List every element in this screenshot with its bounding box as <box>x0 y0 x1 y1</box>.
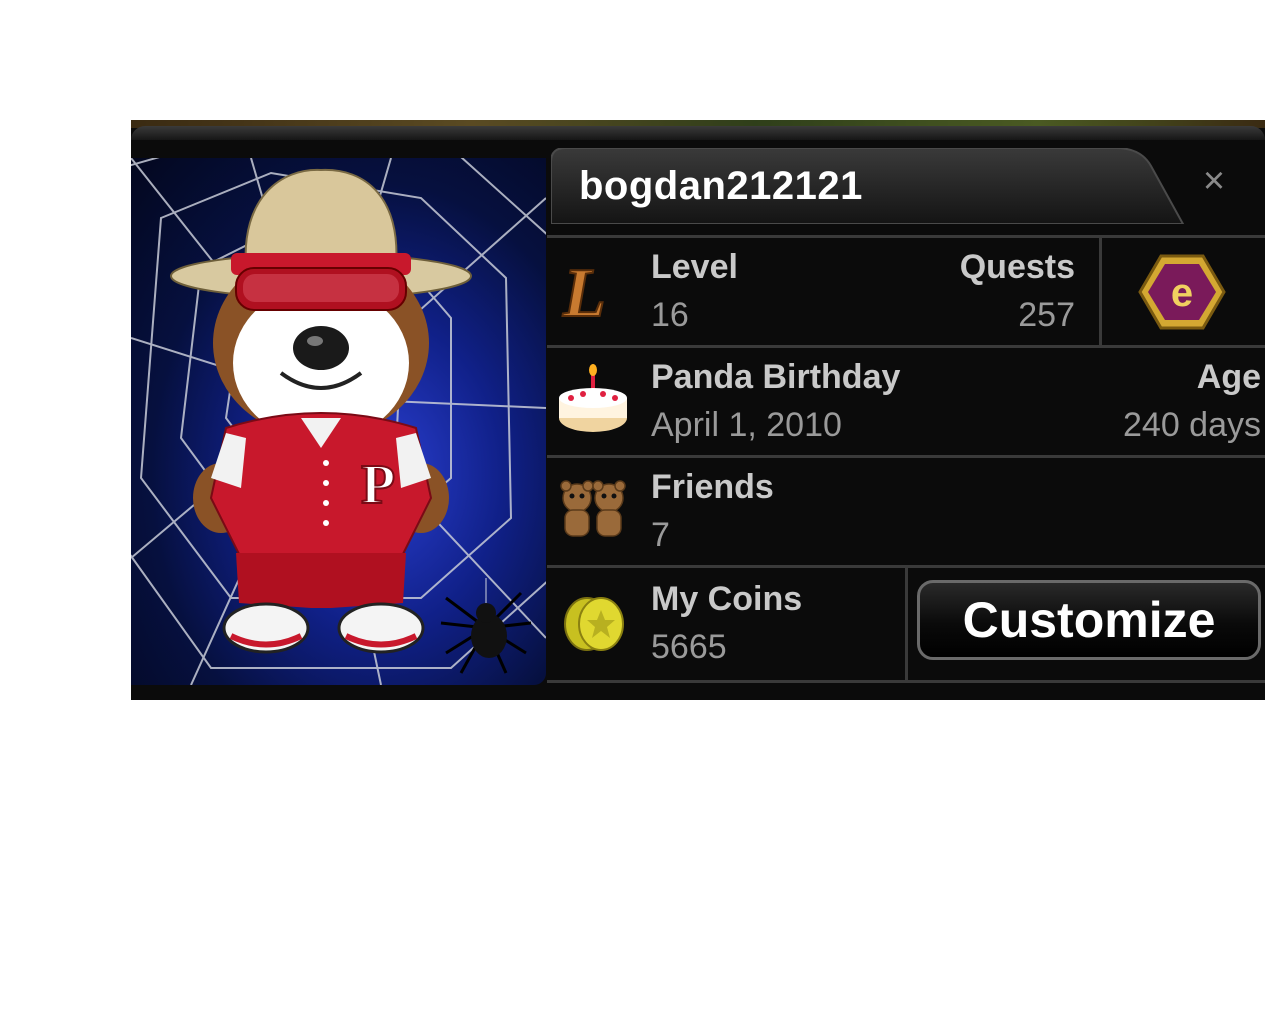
username-tab: bogdan212121 <box>551 148 1191 224</box>
level-label: Level <box>651 248 738 286</box>
birthday-value: April 1, 2010 <box>651 406 842 444</box>
age-label: Age <box>1196 358 1261 396</box>
level-row: L Level 16 Quests 257 e <box>547 235 1265 346</box>
birthday-label: Panda Birthday <box>651 358 901 396</box>
close-button[interactable]: × <box>1197 162 1231 200</box>
quests-label: Quests <box>959 248 1075 286</box>
row-divider <box>1099 238 1102 346</box>
two-bears-icon <box>557 476 629 548</box>
panda-avatar: P <box>170 168 472 654</box>
coins-value: 5665 <box>651 628 727 666</box>
svg-text:L: L <box>562 255 606 326</box>
spider-icon <box>440 578 532 674</box>
hexagon-e-badge-icon[interactable]: e <box>1137 252 1227 332</box>
age-value: 240 days <box>1123 406 1261 444</box>
customize-button[interactable]: Customize <box>917 580 1261 660</box>
birthday-cake-icon <box>557 364 629 436</box>
quests-value: 257 <box>1018 296 1075 334</box>
friends-label: Friends <box>651 468 774 506</box>
avatar-portrait: P <box>131 158 546 685</box>
card-top-rim <box>131 126 1265 140</box>
spider-web-background: P <box>131 158 546 685</box>
svg-text:e: e <box>1171 271 1193 315</box>
svg-text:P: P <box>361 454 395 516</box>
level-value: 16 <box>651 296 689 334</box>
coins-label: My Coins <box>651 580 803 618</box>
friends-value: 7 <box>651 516 670 554</box>
level-letter-l-icon: L <box>557 254 629 326</box>
birthday-row: Panda Birthday April 1, 2010 Age 240 day… <box>547 345 1265 456</box>
friends-row: Friends 7 <box>547 455 1265 566</box>
row-divider <box>905 568 908 680</box>
profile-card: P bogdan212121 × L Level 16 Quests 257 e… <box>131 120 1265 700</box>
username-label: bogdan212121 <box>579 164 863 208</box>
gold-coins-icon <box>557 586 629 658</box>
